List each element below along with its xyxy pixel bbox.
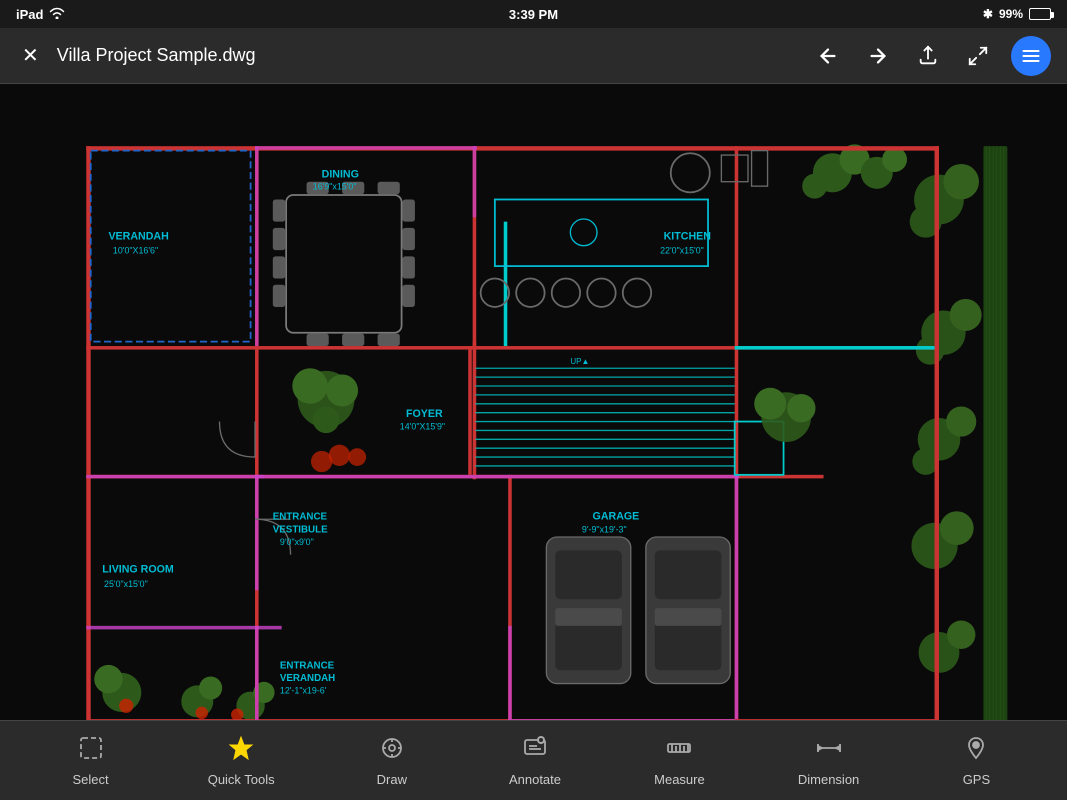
annotate-icon [522,735,548,768]
battery-icon [1029,8,1051,20]
draw-tool[interactable]: Draw [352,727,432,795]
select-icon [78,735,104,768]
close-icon: ✕ [22,43,39,68]
status-bar: iPad 3:39 PM ✱ 99% [0,0,1067,28]
measure-tool[interactable]: Measure [638,727,721,795]
bottom-toolbar: Select Quick Tools Draw [0,720,1067,800]
svg-text:KITCHEN: KITCHEN [664,230,711,242]
expand-button[interactable] [961,39,995,73]
svg-text:VERANDAH: VERANDAH [280,673,335,684]
dimension-label: Dimension [798,772,859,787]
share-button[interactable] [911,39,945,73]
svg-text:ENTRANCE: ENTRANCE [280,660,335,671]
gps-tool[interactable]: GPS [936,727,1016,795]
dimension-icon [816,735,842,768]
dimension-tool[interactable]: Dimension [782,727,875,795]
svg-text:VERANDAH: VERANDAH [108,230,168,242]
draw-icon [379,735,405,768]
svg-text:9'-9"x19'-3": 9'-9"x19'-3" [582,525,627,535]
svg-text:GARAGE: GARAGE [593,510,640,522]
gps-label: GPS [963,772,990,787]
title-bar: ✕ Villa Project Sample.dwg [0,28,1067,84]
svg-text:9'0"x9'0": 9'0"x9'0" [280,537,314,547]
close-button[interactable]: ✕ [16,37,45,74]
svg-text:25'0"x15'0": 25'0"x15'0" [104,579,148,589]
document-title: Villa Project Sample.dwg [57,45,256,66]
select-tool[interactable]: Select [51,727,131,795]
svg-text:FOYER: FOYER [406,408,443,420]
svg-text:16'9"x15'0": 16'9"x15'0" [313,182,357,192]
svg-text:LIVING ROOM: LIVING ROOM [102,564,174,576]
battery-percentage: 99% [999,7,1023,21]
back-button[interactable] [811,39,845,73]
svg-text:ENTRANCE: ENTRANCE [273,511,328,522]
svg-text:DINING: DINING [322,168,359,180]
select-label: Select [72,772,108,787]
bluetooth-icon: ✱ [983,7,993,21]
svg-text:14'0"X15'9": 14'0"X15'9" [400,422,445,432]
quick-tools-tool[interactable]: Quick Tools [192,727,291,795]
time-display: 3:39 PM [509,7,558,22]
svg-text:12'-1"x19-6': 12'-1"x19-6' [280,685,327,695]
quick-tools-icon [228,735,254,768]
annotate-tool[interactable]: Annotate [493,727,577,795]
svg-text:22'0"x15'0": 22'0"x15'0" [660,246,704,256]
svg-text:UP▲: UP▲ [570,357,589,366]
floor-plan-svg: UP▲ [0,84,1067,720]
device-label: iPad [16,7,43,22]
svg-text:10'0"X16'6": 10'0"X16'6" [113,246,158,256]
forward-button[interactable] [861,39,895,73]
gps-icon [963,735,989,768]
measure-label: Measure [654,772,705,787]
quick-tools-label: Quick Tools [208,772,275,787]
svg-text:VESTIBULE: VESTIBULE [273,525,328,536]
draw-label: Draw [377,772,407,787]
measure-icon [666,735,692,768]
annotate-label: Annotate [509,772,561,787]
drawing-area[interactable]: UP▲ [0,84,1067,720]
wifi-icon [49,7,65,22]
menu-button[interactable] [1011,36,1051,76]
